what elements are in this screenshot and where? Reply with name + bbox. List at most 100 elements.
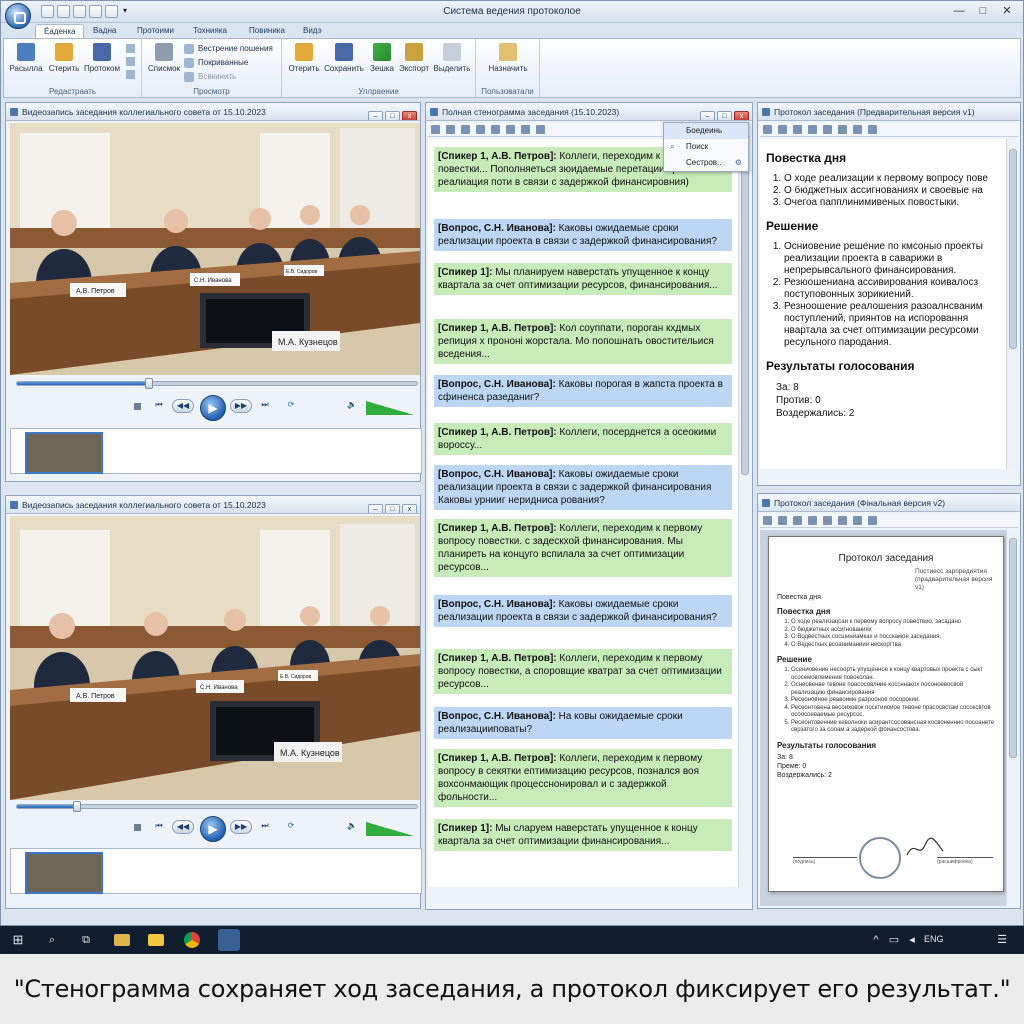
help-icon[interactable]: [868, 125, 877, 134]
tab-home[interactable]: Ёаденка: [35, 24, 85, 39]
transcript-entry[interactable]: [Спикер 1, А.В. Петров]: Коллеги, перехо…: [434, 649, 732, 694]
windows-start-icon[interactable]: ⊞: [10, 932, 26, 948]
transcript-entry[interactable]: [Вопрос, С.Н. Иванова]: Каковы ожидаемые…: [434, 219, 732, 251]
open-button[interactable]: Отерить: [284, 43, 324, 73]
transcript-entry[interactable]: [Вопрос, С.Н. Иванова]: На ковы ожидаемы…: [434, 707, 732, 739]
protocol-scrollbar[interactable]: [1006, 139, 1018, 469]
protocol-prelim-document[interactable]: Повестка дня О ходе реализации к первому…: [760, 139, 1006, 469]
transcript-entry[interactable]: [Вопрос, С.Н. Иванова]: Каковы ожидаемые…: [434, 595, 732, 627]
panel-close-button[interactable]: x: [734, 111, 749, 120]
hidden-button[interactable]: Покриванные: [184, 57, 248, 69]
volume-icon[interactable]: 🔈: [346, 820, 358, 834]
transcript-entry[interactable]: [Спикер 1]: Мы планируем наверстать упущ…: [434, 263, 732, 295]
paste-icon[interactable]: [838, 516, 847, 525]
repeat-icon[interactable]: ⟳: [284, 399, 298, 413]
seek-handle[interactable]: [145, 378, 153, 389]
rewind-button[interactable]: ◀◀: [172, 820, 194, 834]
meeting-embed-button[interactable]: Вестрение пошения: [184, 43, 273, 55]
undo-icon[interactable]: [521, 125, 530, 134]
transcript-entry[interactable]: [Вопрос, С.Н. Иванова]: Каковы порогая в…: [434, 375, 732, 407]
seek-bar[interactable]: [16, 801, 418, 812]
chrome-icon[interactable]: [184, 932, 200, 948]
close-button[interactable]: ✕: [995, 4, 1019, 19]
save-icon[interactable]: [793, 125, 802, 134]
next-icon[interactable]: ⏭: [258, 820, 272, 834]
menu-item-settings[interactable]: Сестров.. ⚙: [664, 155, 748, 171]
seek-bar[interactable]: [16, 378, 418, 389]
open-icon[interactable]: [778, 125, 787, 134]
transcript-entry[interactable]: [Спикер 1, А.В. Петров]: Коллеги, перехо…: [434, 749, 732, 807]
maximize-button[interactable]: □: [971, 4, 995, 19]
transcript-entry[interactable]: [Спикер 1]: Мы сларуем наверстать упущен…: [434, 819, 732, 851]
forward-button[interactable]: ▶▶: [230, 399, 252, 413]
panel-maximize-button[interactable]: □: [717, 111, 732, 120]
protocol-final-page[interactable]: Протокол заседания Постиесс зарпредиятия…: [768, 536, 1004, 892]
file-explorer-icon[interactable]: [114, 934, 130, 946]
new-icon[interactable]: [431, 125, 440, 134]
help-icon[interactable]: [536, 125, 545, 134]
play-button[interactable]: ▶: [200, 816, 226, 842]
prev-icon[interactable]: ⏮: [152, 820, 166, 834]
tab-protocols[interactable]: Протоими: [129, 24, 182, 39]
scrollbar-thumb[interactable]: [1009, 538, 1017, 758]
volume-slider[interactable]: [366, 822, 415, 836]
copy-icon[interactable]: [823, 125, 832, 134]
save-button[interactable]: Сохранить: [324, 43, 364, 73]
tray-up-arrow-icon[interactable]: ^: [868, 932, 884, 948]
network-icon[interactable]: ▭: [886, 932, 902, 948]
video-thumbnail[interactable]: [25, 852, 103, 894]
tab-review[interactable]: Повиника: [241, 24, 293, 39]
assign-button[interactable]: Назначить: [484, 43, 532, 73]
paste-icon[interactable]: [506, 125, 515, 134]
tab-view[interactable]: Видэ: [295, 24, 330, 39]
transcript-entry[interactable]: [Спикер 1, А.В. Петров]: Кол соуппати, п…: [434, 319, 732, 364]
notifications-icon[interactable]: ☰: [994, 932, 1010, 948]
protocol-scrollbar[interactable]: [1006, 530, 1018, 906]
video-frame[interactable]: М.А. Кузнецов А.В. Петров С.Н. Иванова Е…: [10, 123, 420, 375]
panel-close-button[interactable]: x: [402, 504, 417, 513]
panel-minimize-button[interactable]: –: [368, 111, 383, 120]
copy-icon[interactable]: [126, 57, 135, 66]
stop-icon[interactable]: [134, 824, 141, 831]
tab-insert[interactable]: Вадна: [85, 24, 124, 39]
cut-icon[interactable]: [808, 125, 817, 134]
undo-icon[interactable]: [853, 516, 862, 525]
menu-item-combine[interactable]: Боедеинь: [664, 123, 748, 139]
insert-button[interactable]: Всвкинить: [184, 71, 236, 83]
task-view-icon[interactable]: ⧉: [78, 932, 94, 948]
open-icon[interactable]: [446, 125, 455, 134]
transcript-scrollbar[interactable]: [738, 139, 750, 887]
speaker-icon[interactable]: ◂: [904, 932, 920, 948]
copy-icon[interactable]: [823, 516, 832, 525]
save-icon[interactable]: [793, 516, 802, 525]
mail-button[interactable]: Расылла: [6, 43, 46, 73]
app-menu-button[interactable]: [5, 3, 31, 29]
search-icon[interactable]: ⌕: [44, 932, 60, 948]
transcript-entry[interactable]: [Спикер 1, А.В. Петров]: Коллеги, перехо…: [434, 519, 732, 577]
panel-minimize-button[interactable]: –: [700, 111, 715, 120]
select-button[interactable]: Выделить: [432, 43, 472, 73]
scrollbar-thumb[interactable]: [741, 155, 749, 475]
paste-icon[interactable]: [126, 70, 135, 79]
undo-icon[interactable]: [853, 125, 862, 134]
app-taskbar-icon[interactable]: [218, 929, 240, 951]
video-thumbnail[interactable]: [25, 432, 103, 474]
next-icon[interactable]: ⏭: [258, 399, 272, 413]
forward-button[interactable]: ▶▶: [230, 820, 252, 834]
new-icon[interactable]: [763, 125, 772, 134]
cut-icon[interactable]: [808, 516, 817, 525]
volume-slider[interactable]: [366, 401, 415, 415]
volume-icon[interactable]: 🔈: [346, 399, 358, 413]
cut-icon[interactable]: [126, 44, 135, 53]
prev-icon[interactable]: ⏮: [152, 399, 166, 413]
panel-minimize-button[interactable]: –: [368, 504, 383, 513]
stop-icon[interactable]: [134, 403, 141, 410]
panel-maximize-button[interactable]: □: [385, 504, 400, 513]
transcript-body[interactable]: [Спикер 1, А.В. Петров]: Коллеги, перехо…: [428, 139, 746, 887]
seek-handle[interactable]: [73, 801, 81, 812]
erase-button[interactable]: Стерить: [44, 43, 84, 73]
video-frame[interactable]: М.А. Кузнецов А.В. Петров С.Н. Иванова Е…: [10, 516, 420, 800]
language-indicator[interactable]: ENG: [924, 934, 944, 944]
rewind-button[interactable]: ◀◀: [172, 399, 194, 413]
list-button[interactable]: Списмок: [144, 43, 184, 73]
